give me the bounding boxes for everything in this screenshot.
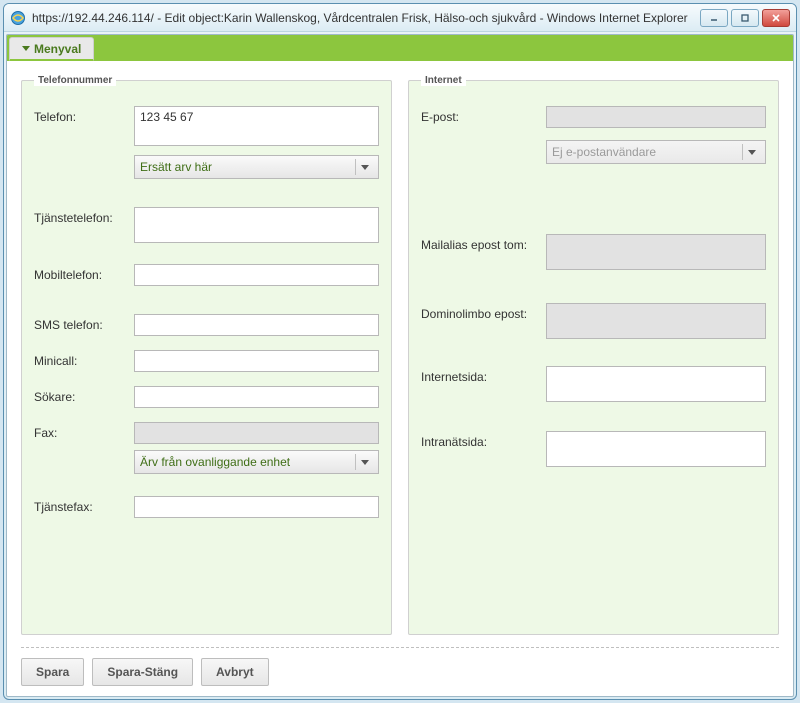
divider (21, 647, 779, 648)
fax-input (134, 422, 379, 444)
maximize-button[interactable] (731, 9, 759, 27)
tjanstefax-input[interactable] (134, 496, 379, 518)
mobiltelefon-input[interactable] (134, 264, 379, 286)
intranatsida-input[interactable] (546, 431, 766, 467)
internet-panel: Internet E-post: Ej e-postanvändare (408, 75, 779, 635)
chevron-down-icon (22, 46, 30, 51)
sokare-label: Sökare: (34, 386, 134, 404)
menu-tab[interactable]: Menyval (9, 37, 94, 61)
intranatsida-label: Intranätsida: (421, 431, 546, 449)
window-buttons (700, 9, 790, 27)
telefon-label: Telefon: (34, 106, 134, 124)
workarea: Telefonnummer Telefon: Ersätt arv här (7, 61, 793, 696)
fax-label: Fax: (34, 422, 134, 440)
epost-input (546, 106, 766, 128)
sms-label: SMS telefon: (34, 314, 134, 332)
telefon-select[interactable]: Ersätt arv här (134, 155, 379, 179)
titlebar: https://192.44.246.114/ - Edit object:Ka… (4, 4, 796, 32)
chevron-down-icon (355, 159, 373, 175)
window: https://192.44.246.114/ - Edit object:Ka… (3, 3, 797, 700)
internet-legend: Internet (421, 75, 466, 86)
mobiltelefon-label: Mobiltelefon: (34, 264, 134, 282)
mailalias-label: Mailalias epost tom: (421, 234, 546, 252)
greenbar: Menyval (7, 35, 793, 61)
menu-label: Menyval (34, 42, 81, 56)
dominolimbo-input (546, 303, 766, 339)
ie-icon (10, 10, 26, 26)
content: Menyval Telefonnummer Telefon: (6, 34, 794, 697)
minimize-button[interactable] (700, 9, 728, 27)
epost-select-value: Ej e-postanvändare (552, 145, 656, 159)
spara-stang-button[interactable]: Spara-Stäng (92, 658, 193, 686)
dominolimbo-label: Dominolimbo epost: (421, 303, 546, 321)
fax-select[interactable]: Ärv från ovanliggande enhet (134, 450, 379, 474)
phone-panel: Telefonnummer Telefon: Ersätt arv här (21, 75, 392, 635)
phone-legend: Telefonnummer (34, 75, 116, 86)
internetsida-input[interactable] (546, 366, 766, 402)
internetsida-label: Internetsida: (421, 366, 546, 384)
sms-input[interactable] (134, 314, 379, 336)
tjanstetelefon-input[interactable] (134, 207, 379, 243)
minicall-input[interactable] (134, 350, 379, 372)
chevron-down-icon (355, 454, 373, 470)
tjanstetelefon-label: Tjänstetelefon: (34, 207, 134, 225)
minicall-label: Minicall: (34, 350, 134, 368)
window-title: https://192.44.246.114/ - Edit object:Ka… (32, 11, 700, 25)
epost-label: E-post: (421, 106, 546, 124)
fax-select-value: Ärv från ovanliggande enhet (140, 455, 290, 469)
tjanstefax-label: Tjänstefax: (34, 496, 134, 514)
epost-select[interactable]: Ej e-postanvändare (546, 140, 766, 164)
mailalias-input (546, 234, 766, 270)
button-row: Spara Spara-Stäng Avbryt (21, 658, 779, 686)
avbryt-button[interactable]: Avbryt (201, 658, 269, 686)
panels: Telefonnummer Telefon: Ersätt arv här (21, 75, 779, 635)
spara-button[interactable]: Spara (21, 658, 84, 686)
telefon-select-value: Ersätt arv här (140, 160, 212, 174)
close-button[interactable] (762, 9, 790, 27)
sokare-input[interactable] (134, 386, 379, 408)
telefon-input[interactable] (134, 106, 379, 146)
chevron-down-icon (742, 144, 760, 160)
